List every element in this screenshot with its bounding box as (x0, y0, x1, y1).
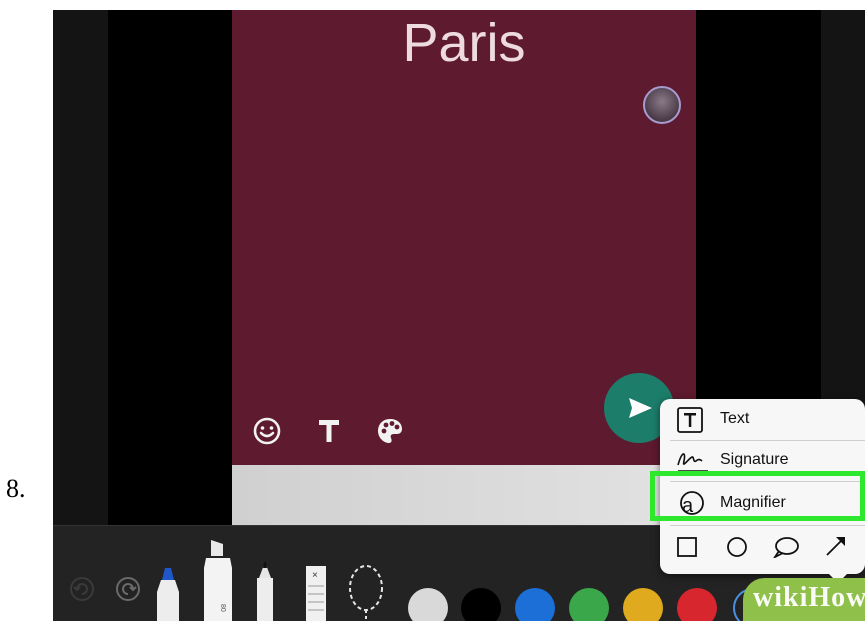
step-number: 8. (6, 474, 26, 503)
menu-item-text[interactable]: Text (660, 401, 865, 439)
undo-icon[interactable] (69, 576, 95, 607)
redo-icon[interactable] (115, 576, 141, 607)
left-letterbox (108, 10, 232, 525)
color-swatch-blue[interactable] (515, 588, 555, 621)
color-swatch-green[interactable] (569, 588, 609, 621)
menu-item-label: Text (720, 410, 750, 427)
card-title: Paris (402, 13, 526, 73)
send-icon (629, 398, 652, 418)
text-box-icon (676, 406, 706, 439)
left-dark-panel (53, 10, 108, 525)
svg-text:80: 80 (219, 604, 226, 612)
magnifier-highlight-box (650, 471, 865, 521)
circle-shape-icon[interactable] (726, 536, 748, 563)
emoji-icon[interactable] (252, 416, 282, 451)
watermark: wikiHow (743, 578, 865, 621)
pencil-tool-icon[interactable] (253, 562, 277, 621)
menu-item-label: Signature (720, 451, 789, 468)
marker-tool-icon[interactable]: 80 (201, 540, 235, 621)
lasso-tool-icon[interactable] (347, 564, 385, 621)
color-swatch-black[interactable] (461, 588, 501, 621)
color-swatch-red[interactable] (677, 588, 717, 621)
color-swatch-yellow[interactable] (623, 588, 663, 621)
eraser-tool-icon[interactable]: × (305, 566, 327, 621)
avatar[interactable] (643, 86, 681, 124)
palette-icon[interactable] (375, 416, 405, 451)
color-swatch-light-gray[interactable] (408, 588, 448, 621)
svg-text:×: × (312, 570, 318, 581)
square-shape-icon[interactable] (676, 536, 698, 563)
text-tool-icon[interactable] (317, 416, 343, 451)
arrow-shape-icon[interactable] (824, 534, 848, 563)
screen: Paris 80 × Text Signature a Magnifier wi… (53, 10, 865, 621)
speech-bubble-icon[interactable] (772, 536, 800, 563)
pen-tool-icon[interactable] (153, 568, 183, 621)
caption-bar[interactable] (232, 465, 696, 525)
